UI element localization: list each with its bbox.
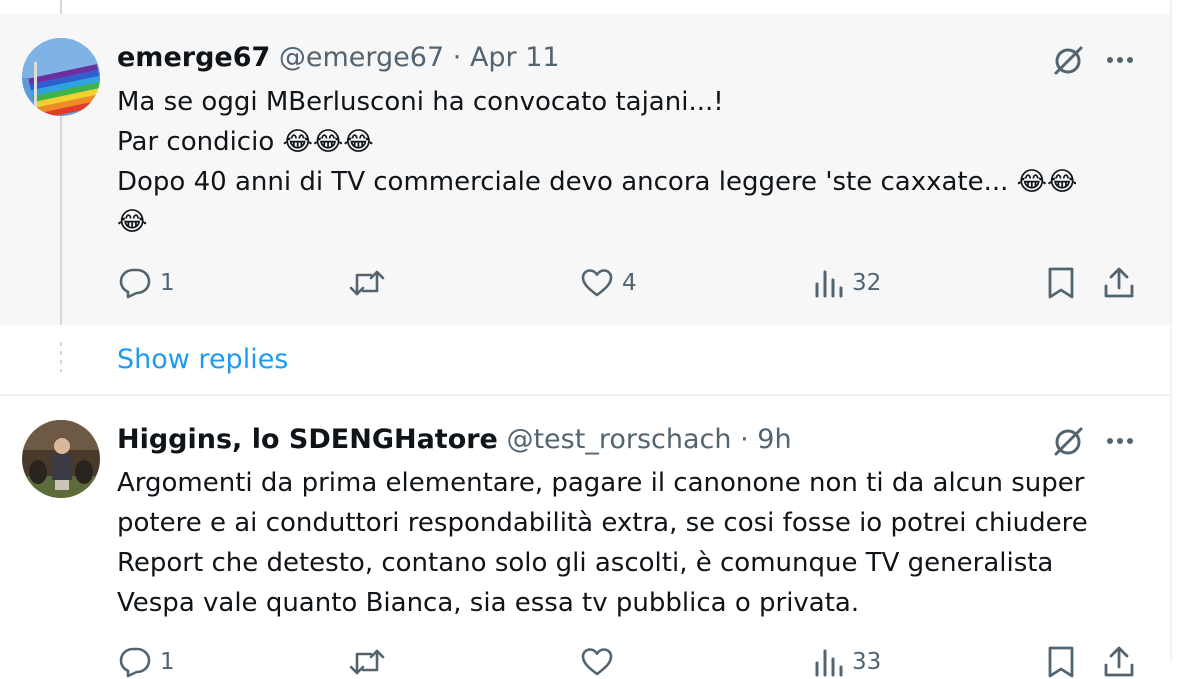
view-count: 32 xyxy=(852,270,882,296)
reply-icon xyxy=(119,268,151,299)
timestamp[interactable]: Apr 11 xyxy=(470,42,560,73)
show-replies-link[interactable]: Show replies xyxy=(117,342,288,378)
views-button[interactable]: 32 xyxy=(814,266,881,300)
retweet-button[interactable] xyxy=(348,266,394,300)
share-icon xyxy=(1104,267,1134,298)
thread-dots xyxy=(60,342,62,372)
tweet-text: Ma se oggi MBerlusconi ha convocato taja… xyxy=(117,87,1078,237)
avatar[interactable] xyxy=(22,38,100,116)
handle[interactable]: @emerge67 xyxy=(279,42,444,73)
tweet-header: Higgins, lo SDENGHatore @test_rorschach … xyxy=(117,423,792,457)
top-strip xyxy=(0,0,1170,14)
thread-line-top xyxy=(60,0,62,14)
like-button[interactable] xyxy=(580,645,614,679)
retweet-icon xyxy=(349,270,385,296)
reply-count: 1 xyxy=(160,649,175,675)
tweet-separator xyxy=(0,394,1170,396)
heart-icon xyxy=(581,648,613,676)
timeline-border xyxy=(1170,0,1172,662)
separator-dot: · xyxy=(452,42,462,73)
bookmark-button[interactable] xyxy=(1046,645,1076,679)
view-count: 33 xyxy=(852,649,882,675)
timestamp[interactable]: 9h xyxy=(757,424,791,455)
more-options-icon[interactable] xyxy=(1102,42,1138,78)
reply-count: 1 xyxy=(160,270,175,296)
retweet-button[interactable] xyxy=(348,645,386,679)
separator-dot: · xyxy=(740,424,749,455)
bookmark-icon xyxy=(1048,646,1074,678)
share-icon xyxy=(1104,646,1134,677)
like-count: 4 xyxy=(622,270,637,296)
bookmark-button[interactable] xyxy=(1046,266,1076,300)
thread-line xyxy=(60,116,62,325)
avatar[interactable] xyxy=(22,420,100,498)
tweet-text: Argomenti da prima elementare, pagare il… xyxy=(117,468,1088,618)
retweet-icon xyxy=(349,649,385,675)
views-chart-icon xyxy=(815,270,843,298)
share-button[interactable] xyxy=(1102,645,1136,679)
share-button[interactable] xyxy=(1102,266,1136,300)
grok-icon[interactable] xyxy=(1050,423,1086,459)
reply-button[interactable]: 1 xyxy=(118,645,175,679)
bookmark-icon xyxy=(1048,267,1074,299)
views-chart-icon xyxy=(815,649,843,677)
handle[interactable]: @test_rorschach xyxy=(506,424,731,455)
grok-icon[interactable] xyxy=(1050,42,1086,78)
reply-icon xyxy=(119,647,151,678)
tweet-header: emerge67 @emerge67 · Apr 11 xyxy=(117,41,560,75)
views-button[interactable]: 33 xyxy=(814,645,881,679)
more-options-icon[interactable] xyxy=(1102,423,1138,459)
heart-icon xyxy=(581,269,613,297)
display-name[interactable]: emerge67 xyxy=(117,42,270,73)
reply-button[interactable]: 1 xyxy=(118,266,175,300)
like-button[interactable]: 4 xyxy=(580,266,637,300)
display-name[interactable]: Higgins, lo SDENGHatore xyxy=(117,424,498,455)
